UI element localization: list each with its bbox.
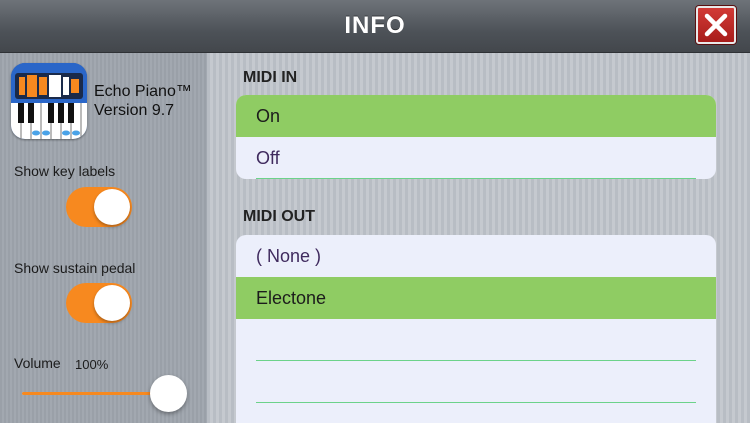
volume-value: 100% bbox=[75, 357, 109, 372]
volume-slider-fill bbox=[22, 392, 162, 395]
app-icon bbox=[11, 63, 87, 139]
sustain-pedal-label: Show sustain pedal bbox=[14, 260, 136, 276]
midi-out-list: ( None ) Electone bbox=[236, 235, 716, 423]
option-label: ( None ) bbox=[256, 245, 322, 266]
title-bar: INFO bbox=[0, 0, 750, 53]
volume-slider-handle[interactable] bbox=[150, 375, 187, 412]
close-icon bbox=[704, 13, 728, 37]
midi-out-option-none[interactable]: ( None ) bbox=[236, 235, 716, 277]
midi-out-option-electone[interactable]: Electone bbox=[236, 277, 716, 319]
app-version: Version 9.7 bbox=[94, 102, 175, 119]
midi-out-option-empty[interactable] bbox=[236, 319, 716, 361]
midi-panel: MIDI IN On Off MIDI OUT ( None ) Electon… bbox=[207, 53, 750, 423]
midi-in-option-on[interactable]: On bbox=[236, 95, 716, 137]
option-label: On bbox=[256, 105, 281, 126]
option-label: Electone bbox=[256, 287, 327, 308]
settings-sidebar: Echo Piano™ Version 9.7 Show key labels … bbox=[0, 53, 207, 423]
app-name: Echo Piano™ bbox=[94, 83, 192, 100]
midi-out-title: MIDI OUT bbox=[243, 208, 315, 225]
midi-in-list: On Off bbox=[236, 95, 716, 179]
sustain-pedal-toggle[interactable] bbox=[66, 283, 132, 323]
midi-out-option-empty[interactable] bbox=[236, 361, 716, 403]
toggle-knob bbox=[94, 189, 130, 225]
midi-in-title: MIDI IN bbox=[243, 69, 298, 86]
key-labels-label: Show key labels bbox=[14, 163, 116, 179]
option-label: Off bbox=[256, 147, 280, 168]
key-labels-toggle[interactable] bbox=[66, 187, 132, 227]
volume-label: Volume bbox=[14, 355, 61, 371]
toggle-knob bbox=[94, 285, 130, 321]
page-title: INFO bbox=[344, 12, 406, 39]
close-button[interactable] bbox=[696, 6, 736, 44]
midi-in-option-off[interactable]: Off bbox=[236, 137, 716, 179]
